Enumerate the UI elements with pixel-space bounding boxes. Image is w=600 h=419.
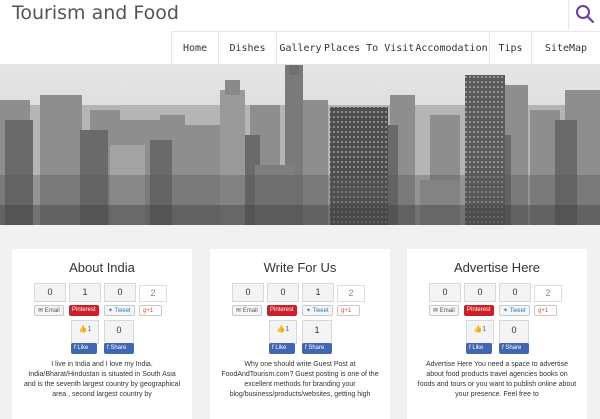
tweet-button[interactable]: ✦ Tweet bbox=[104, 305, 135, 316]
share-label: Share bbox=[505, 345, 522, 351]
facebook-share-button[interactable]: f Share bbox=[104, 343, 134, 354]
pinterest-count: 1 bbox=[69, 283, 101, 302]
share-count: 0 bbox=[499, 320, 529, 344]
gplus-button[interactable]: g+1 bbox=[337, 305, 360, 316]
main-nav: Home Dishes Gallery Places To Visit Acco… bbox=[171, 31, 600, 65]
facebook-icon: f bbox=[305, 345, 307, 351]
tweet-button[interactable]: ✦ Tweet bbox=[302, 305, 333, 316]
facebook-like-button[interactable]: f Like bbox=[269, 343, 295, 354]
like-count: 👍1 bbox=[269, 320, 297, 344]
facebook-icon: f bbox=[469, 345, 471, 351]
hero-banner-image bbox=[0, 65, 600, 225]
facebook-icon: f bbox=[272, 345, 274, 351]
share-count: 0 bbox=[104, 320, 134, 344]
pinterest-label: Pinterest bbox=[467, 307, 491, 313]
facebook-share-button[interactable]: f Share bbox=[499, 343, 529, 354]
twitter-icon: ✦ bbox=[306, 308, 312, 314]
like-count: 👍1 bbox=[466, 320, 494, 344]
gplus-label: g+1 bbox=[538, 308, 549, 314]
search-button[interactable] bbox=[568, 0, 600, 30]
gplus-label: g+1 bbox=[143, 308, 154, 314]
email-count: 0 bbox=[429, 283, 461, 302]
like-label: Like bbox=[472, 345, 484, 351]
pinterest-count: 0 bbox=[267, 283, 299, 302]
site-header: Tourism and Food Home Dishes Gallery Pla… bbox=[0, 0, 600, 65]
card-excerpt: I live in India and I love my India. Ind… bbox=[23, 361, 181, 398]
nav-item-home[interactable]: Home bbox=[171, 32, 218, 65]
like-count-value: 1 bbox=[87, 326, 92, 333]
email-label: Email bbox=[242, 308, 258, 314]
email-label: Email bbox=[44, 308, 60, 314]
pinterest-button[interactable]: Pinterest bbox=[69, 305, 99, 316]
card-title[interactable]: Advertise Here bbox=[407, 260, 587, 275]
email-share-button[interactable]: ✉ Email bbox=[34, 305, 64, 316]
facebook-share-button[interactable]: f Share bbox=[302, 343, 332, 354]
nav-item-places-to-visit[interactable]: Places To Visit bbox=[324, 32, 414, 65]
gplus-count: 2 bbox=[534, 285, 562, 302]
tweet-button[interactable]: ✦ Tweet bbox=[499, 305, 530, 316]
card-write-for-us: Write For Us 0 0 1 2 ✉ Email Pinterest ✦… bbox=[210, 249, 390, 419]
gplus-count: 2 bbox=[337, 285, 365, 302]
card-title[interactable]: Write For Us bbox=[210, 260, 390, 275]
nav-item-accomodation[interactable]: Accomodation bbox=[414, 32, 489, 65]
share-label: Share bbox=[308, 345, 325, 351]
like-count-value: 1 bbox=[285, 326, 290, 333]
facebook-icon: f bbox=[502, 345, 504, 351]
card-excerpt: Advertise Here You need a space to adver… bbox=[417, 361, 577, 398]
tweet-count: 0 bbox=[104, 283, 136, 302]
like-label: Like bbox=[275, 345, 287, 351]
pinterest-button[interactable]: Pinterest bbox=[464, 305, 494, 316]
facebook-like-button[interactable]: f Like bbox=[71, 343, 97, 354]
email-count: 0 bbox=[232, 283, 264, 302]
pinterest-button[interactable]: Pinterest bbox=[267, 305, 297, 316]
share-count: 1 bbox=[302, 320, 332, 344]
site-title[interactable]: Tourism and Food bbox=[12, 2, 179, 24]
like-count-value: 1 bbox=[482, 326, 487, 333]
email-icon: ✉ bbox=[38, 308, 44, 314]
tweet-count: 0 bbox=[499, 283, 531, 302]
twitter-icon: ✦ bbox=[503, 308, 509, 314]
pinterest-label: Pinterest bbox=[270, 307, 294, 313]
facebook-icon: f bbox=[74, 345, 76, 351]
gplus-count: 2 bbox=[139, 285, 167, 302]
nav-item-tips[interactable]: Tips bbox=[489, 32, 531, 65]
tweet-count: 1 bbox=[302, 283, 334, 302]
email-label: Email bbox=[439, 308, 455, 314]
gplus-button[interactable]: g+1 bbox=[534, 305, 557, 316]
gplus-button[interactable]: g+1 bbox=[139, 305, 162, 316]
facebook-like-button[interactable]: f Like bbox=[466, 343, 492, 354]
card-advertise-here: Advertise Here 0 0 0 2 ✉ Email Pinterest… bbox=[407, 249, 587, 419]
share-label: Share bbox=[110, 345, 127, 351]
email-share-button[interactable]: ✉ Email bbox=[232, 305, 262, 316]
pinterest-label: Pinterest bbox=[72, 307, 96, 313]
nav-item-gallery[interactable]: Gallery bbox=[276, 32, 324, 65]
card-excerpt: Why one should write Guest Post at FoodA… bbox=[221, 361, 379, 398]
gplus-label: g+1 bbox=[341, 308, 352, 314]
email-count: 0 bbox=[34, 283, 66, 302]
like-label: Like bbox=[77, 345, 89, 351]
card-title[interactable]: About India bbox=[12, 260, 192, 275]
email-share-button[interactable]: ✉ Email bbox=[429, 305, 459, 316]
twitter-icon: ✦ bbox=[108, 308, 114, 314]
email-icon: ✉ bbox=[236, 308, 242, 314]
card-about-india: About India 0 1 0 2 ✉ Email Pinterest ✦ … bbox=[12, 249, 192, 419]
like-count: 👍1 bbox=[71, 320, 99, 344]
city-skyline-image bbox=[0, 65, 600, 225]
tweet-label: Tweet bbox=[312, 308, 329, 314]
tweet-label: Tweet bbox=[509, 308, 526, 314]
tweet-label: Tweet bbox=[114, 308, 131, 314]
pinterest-count: 0 bbox=[464, 283, 496, 302]
search-icon bbox=[576, 5, 595, 24]
email-icon: ✉ bbox=[433, 308, 439, 314]
nav-item-sitemap[interactable]: SiteMap bbox=[531, 32, 600, 65]
nav-item-dishes[interactable]: Dishes bbox=[218, 32, 276, 65]
facebook-icon: f bbox=[107, 345, 109, 351]
